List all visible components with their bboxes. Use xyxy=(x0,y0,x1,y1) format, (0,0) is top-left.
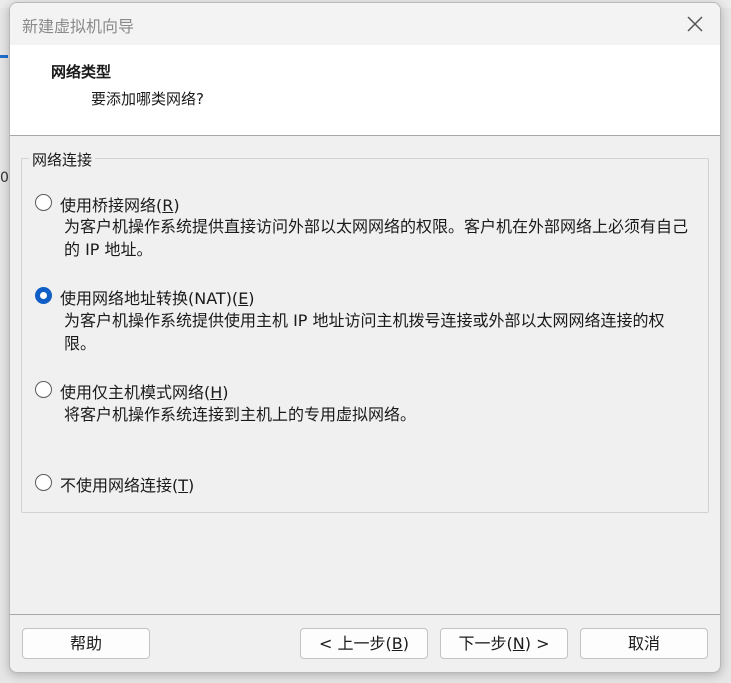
help-button[interactable]: 帮助 xyxy=(22,628,150,659)
radio-nat-description: 为客户机操作系统提供使用主机 IP 地址访问主机拨号连接或外部以太网网络连接的权… xyxy=(64,311,665,353)
background-text: 0 xyxy=(0,170,8,186)
radio-bridged-label[interactable]: 使用桥接网络(R) xyxy=(60,192,180,216)
footer-divider xyxy=(10,614,720,615)
background-accent-bar xyxy=(0,55,8,58)
next-button[interactable]: 下一步(N) > xyxy=(440,628,568,659)
radio-bridged-circle[interactable] xyxy=(35,194,52,211)
title-bar: 新建虚拟机向导 xyxy=(10,3,720,45)
radio-no-network-label[interactable]: 不使用网络连接(T) xyxy=(60,472,194,496)
back-button[interactable]: < 上一步(B) xyxy=(300,628,428,659)
radio-nat-label[interactable]: 使用网络地址转换(NAT)(E) xyxy=(60,285,255,309)
window-title: 新建虚拟机向导 xyxy=(22,17,135,36)
close-button[interactable] xyxy=(682,11,708,37)
radio-bridged-description: 为客户机操作系统提供直接访问外部以太网网络的权限。客户机在外部网络上必须有自己的… xyxy=(64,217,689,259)
wizard-header: 网络类型 要添加哪类网络? xyxy=(10,45,720,136)
cancel-button[interactable]: 取消 xyxy=(580,628,708,659)
radio-no-network-circle[interactable] xyxy=(35,474,52,491)
radio-nat-circle[interactable] xyxy=(35,287,52,304)
page-title: 网络类型 xyxy=(51,63,112,81)
network-connection-group: 网络连接 使用桥接网络(R) 为客户机操作系统提供直接访问外部以太网网络的权限。… xyxy=(21,149,709,513)
close-icon xyxy=(687,16,703,32)
new-vm-wizard-dialog: 新建虚拟机向导 网络类型 要添加哪类网络? 网络连接 使用桥接网络(R) 为客户… xyxy=(9,2,721,673)
radio-host-only-description: 将客户机操作系统连接到主机上的专用虚拟网络。 xyxy=(64,405,417,424)
page-subtitle: 要添加哪类网络? xyxy=(91,90,204,108)
group-label: 网络连接 xyxy=(29,149,96,170)
radio-host-only-circle[interactable] xyxy=(35,381,52,398)
radio-host-only-label[interactable]: 使用仅主机模式网络(H) xyxy=(60,379,229,403)
